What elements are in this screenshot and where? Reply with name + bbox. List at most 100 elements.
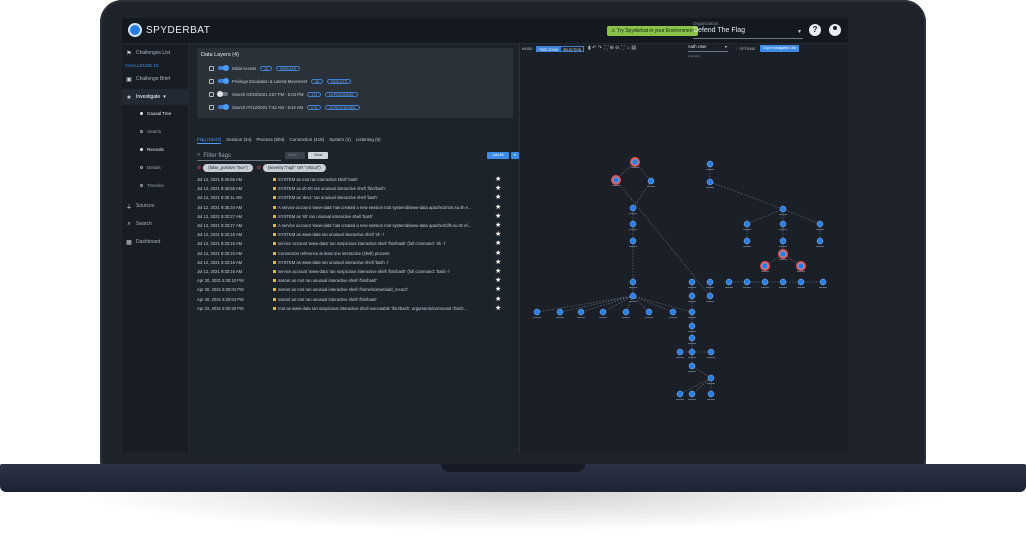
record-row[interactable]: Jul 12, 2021 9:35:34 AM A service account…	[197, 204, 515, 212]
record-row[interactable]: Apr 22, 2021 5:00:30 PM root as www-data …	[197, 305, 515, 313]
star-icon[interactable]: ★	[495, 295, 501, 303]
add-all-menu-button[interactable]: ▾	[511, 152, 519, 159]
graph-node[interactable]	[688, 292, 696, 302]
account-icon[interactable]	[829, 24, 841, 36]
graph-node[interactable]	[556, 308, 564, 318]
star-icon[interactable]: ★	[495, 212, 501, 220]
record-row[interactable]: Jul 12, 2021 9:33:15 AM service account '…	[197, 240, 515, 248]
graph-node[interactable]	[816, 237, 824, 247]
graph-node[interactable]	[599, 308, 607, 318]
layer-row[interactable]: Privilege Escalation & Lateral Movement …	[209, 77, 351, 85]
graph-node[interactable]	[816, 220, 824, 230]
sidebar-sub-records[interactable]: Records	[140, 147, 164, 152]
graph-node[interactable]	[706, 178, 714, 188]
graph-node[interactable]	[706, 292, 714, 302]
layer-toggle[interactable]	[218, 78, 229, 84]
record-row[interactable]: Jul 12, 2021 9:35:11 AM SYSTEM as 'dev1' …	[197, 194, 515, 202]
star-icon[interactable]: ★	[495, 221, 501, 229]
graph-node[interactable]	[577, 308, 585, 318]
filter-chip[interactable]: ⊘ (severity:"high" OR "critical")	[257, 164, 326, 172]
star-icon[interactable]: ★	[495, 230, 501, 238]
graph-node[interactable]	[629, 292, 637, 302]
graph-node[interactable]	[533, 308, 541, 318]
record-row[interactable]: Jul 12, 2021 9:33:16 AM SYSTEM as www-dat…	[197, 231, 515, 239]
remove-filter-icon[interactable]: ⊘	[197, 165, 201, 171]
graph-node[interactable]	[707, 348, 715, 358]
graph-node[interactable]	[688, 348, 696, 358]
tab-system[interactable]: System (2)	[329, 137, 351, 144]
graph-node[interactable]	[647, 177, 655, 187]
try-environment-button[interactable]: ⚠ Try Spyderbat in your Environment	[607, 26, 698, 36]
star-icon[interactable]: ★	[495, 193, 501, 201]
help-icon[interactable]: ?	[809, 24, 821, 36]
graph-node[interactable]	[797, 278, 805, 288]
sidebar-sub-timeline[interactable]: Timeline	[140, 183, 164, 188]
layer-checkbox[interactable]	[209, 104, 214, 110]
graph-node[interactable]	[688, 308, 696, 318]
graph-node[interactable]	[629, 237, 637, 247]
layer-row[interactable]: Initial Access 12 RESULTS	[209, 64, 301, 72]
tab-process[interactable]: Process (804)	[257, 137, 285, 144]
graph-node[interactable]	[778, 249, 788, 260]
layer-row[interactable]: Search 07/12/2021 7:42 AM - 8:42 AM 173 …	[209, 103, 360, 111]
star-icon[interactable]: ★	[495, 267, 501, 275]
graph-node[interactable]	[688, 322, 696, 332]
graph-node[interactable]	[688, 334, 696, 344]
sidebar-item-challenge-brief[interactable]: ▣ Challenge Brief	[122, 72, 189, 86]
layer-checkbox[interactable]	[209, 91, 214, 97]
tab-session[interactable]: Session (44)	[226, 137, 251, 144]
sidebar-item-dashboard[interactable]: ▦ Dashboard	[122, 235, 189, 249]
tab-connection[interactable]: Connection (416)	[290, 137, 325, 144]
layer-checkbox[interactable]	[209, 78, 214, 84]
graph-node[interactable]	[819, 278, 827, 288]
tab-listening[interactable]: Listening (6)	[356, 137, 381, 144]
tab-flag[interactable]: Flag (19/43)	[197, 137, 222, 144]
graph-node[interactable]	[688, 278, 696, 288]
graph-node[interactable]	[629, 204, 637, 214]
star-icon[interactable]: ★	[495, 249, 501, 257]
layer-checkbox[interactable]	[209, 65, 214, 71]
record-row[interactable]: Apr 30, 2021 5:28:04 PM sosnet as root ra…	[197, 296, 515, 304]
graph-node[interactable]	[688, 390, 696, 400]
star-icon[interactable]: ★	[495, 184, 501, 192]
graph-node[interactable]	[796, 261, 806, 272]
record-row[interactable]: Jul 12, 2021 9:33:10 AM Connection refere…	[197, 250, 515, 258]
graph-node[interactable]	[629, 220, 637, 230]
graph-node[interactable]	[707, 390, 715, 400]
apply-button[interactable]: Apply	[285, 152, 305, 159]
graph-node[interactable]	[630, 157, 640, 168]
sidebar-sub-search[interactable]: Search	[140, 129, 161, 134]
record-row[interactable]: Jul 12, 2021 9:33:27 AM SYSTEM as 'sh' ra…	[197, 213, 515, 221]
layer-toggle[interactable]	[218, 104, 229, 110]
sidebar-item-search[interactable]: ⌕ Search	[122, 217, 189, 231]
layer-toggle[interactable]	[218, 65, 229, 71]
graph-node[interactable]	[779, 278, 787, 288]
record-row[interactable]: Apr 30, 2021 5:30:10 PM sosnet as root ra…	[197, 277, 515, 285]
layer-toggle[interactable]	[217, 91, 228, 97]
sidebar-item-sources[interactable]: ⏚ Sources	[122, 199, 189, 213]
graph-node[interactable]	[779, 220, 787, 230]
graph-node[interactable]	[779, 205, 787, 215]
graph-node[interactable]	[743, 237, 751, 247]
sidebar-item-investigate[interactable]: ★ Investigate ▾	[122, 89, 189, 105]
sidebar-sub-details[interactable]: Details	[140, 165, 161, 170]
clear-button[interactable]: Clear	[308, 152, 328, 159]
star-icon[interactable]: ★	[495, 239, 501, 247]
graph-node[interactable]	[743, 278, 751, 288]
graph-node[interactable]	[779, 237, 787, 247]
graph-node[interactable]	[629, 278, 637, 288]
brand-logo[interactable]: SPYDERBAT	[128, 23, 210, 37]
record-row[interactable]: Jul 12, 2021 9:33:27 AM A service account…	[197, 222, 515, 230]
star-icon[interactable]: ★	[495, 276, 501, 284]
graph-node[interactable]	[645, 308, 653, 318]
causal-tree-graph[interactable]	[520, 44, 848, 452]
star-icon[interactable]: ★	[495, 203, 501, 211]
filter-flags-input[interactable]: ⌕ Filter flags	[197, 151, 281, 161]
graph-node[interactable]	[676, 348, 684, 358]
record-row[interactable]: Jul 12, 2021 9:33:16 AM service account '…	[197, 268, 515, 276]
graph-node[interactable]	[706, 160, 714, 170]
star-icon[interactable]: ★	[495, 285, 501, 293]
graph-node[interactable]	[676, 390, 684, 400]
graph-node[interactable]	[688, 362, 696, 372]
star-icon[interactable]: ★	[495, 175, 501, 183]
